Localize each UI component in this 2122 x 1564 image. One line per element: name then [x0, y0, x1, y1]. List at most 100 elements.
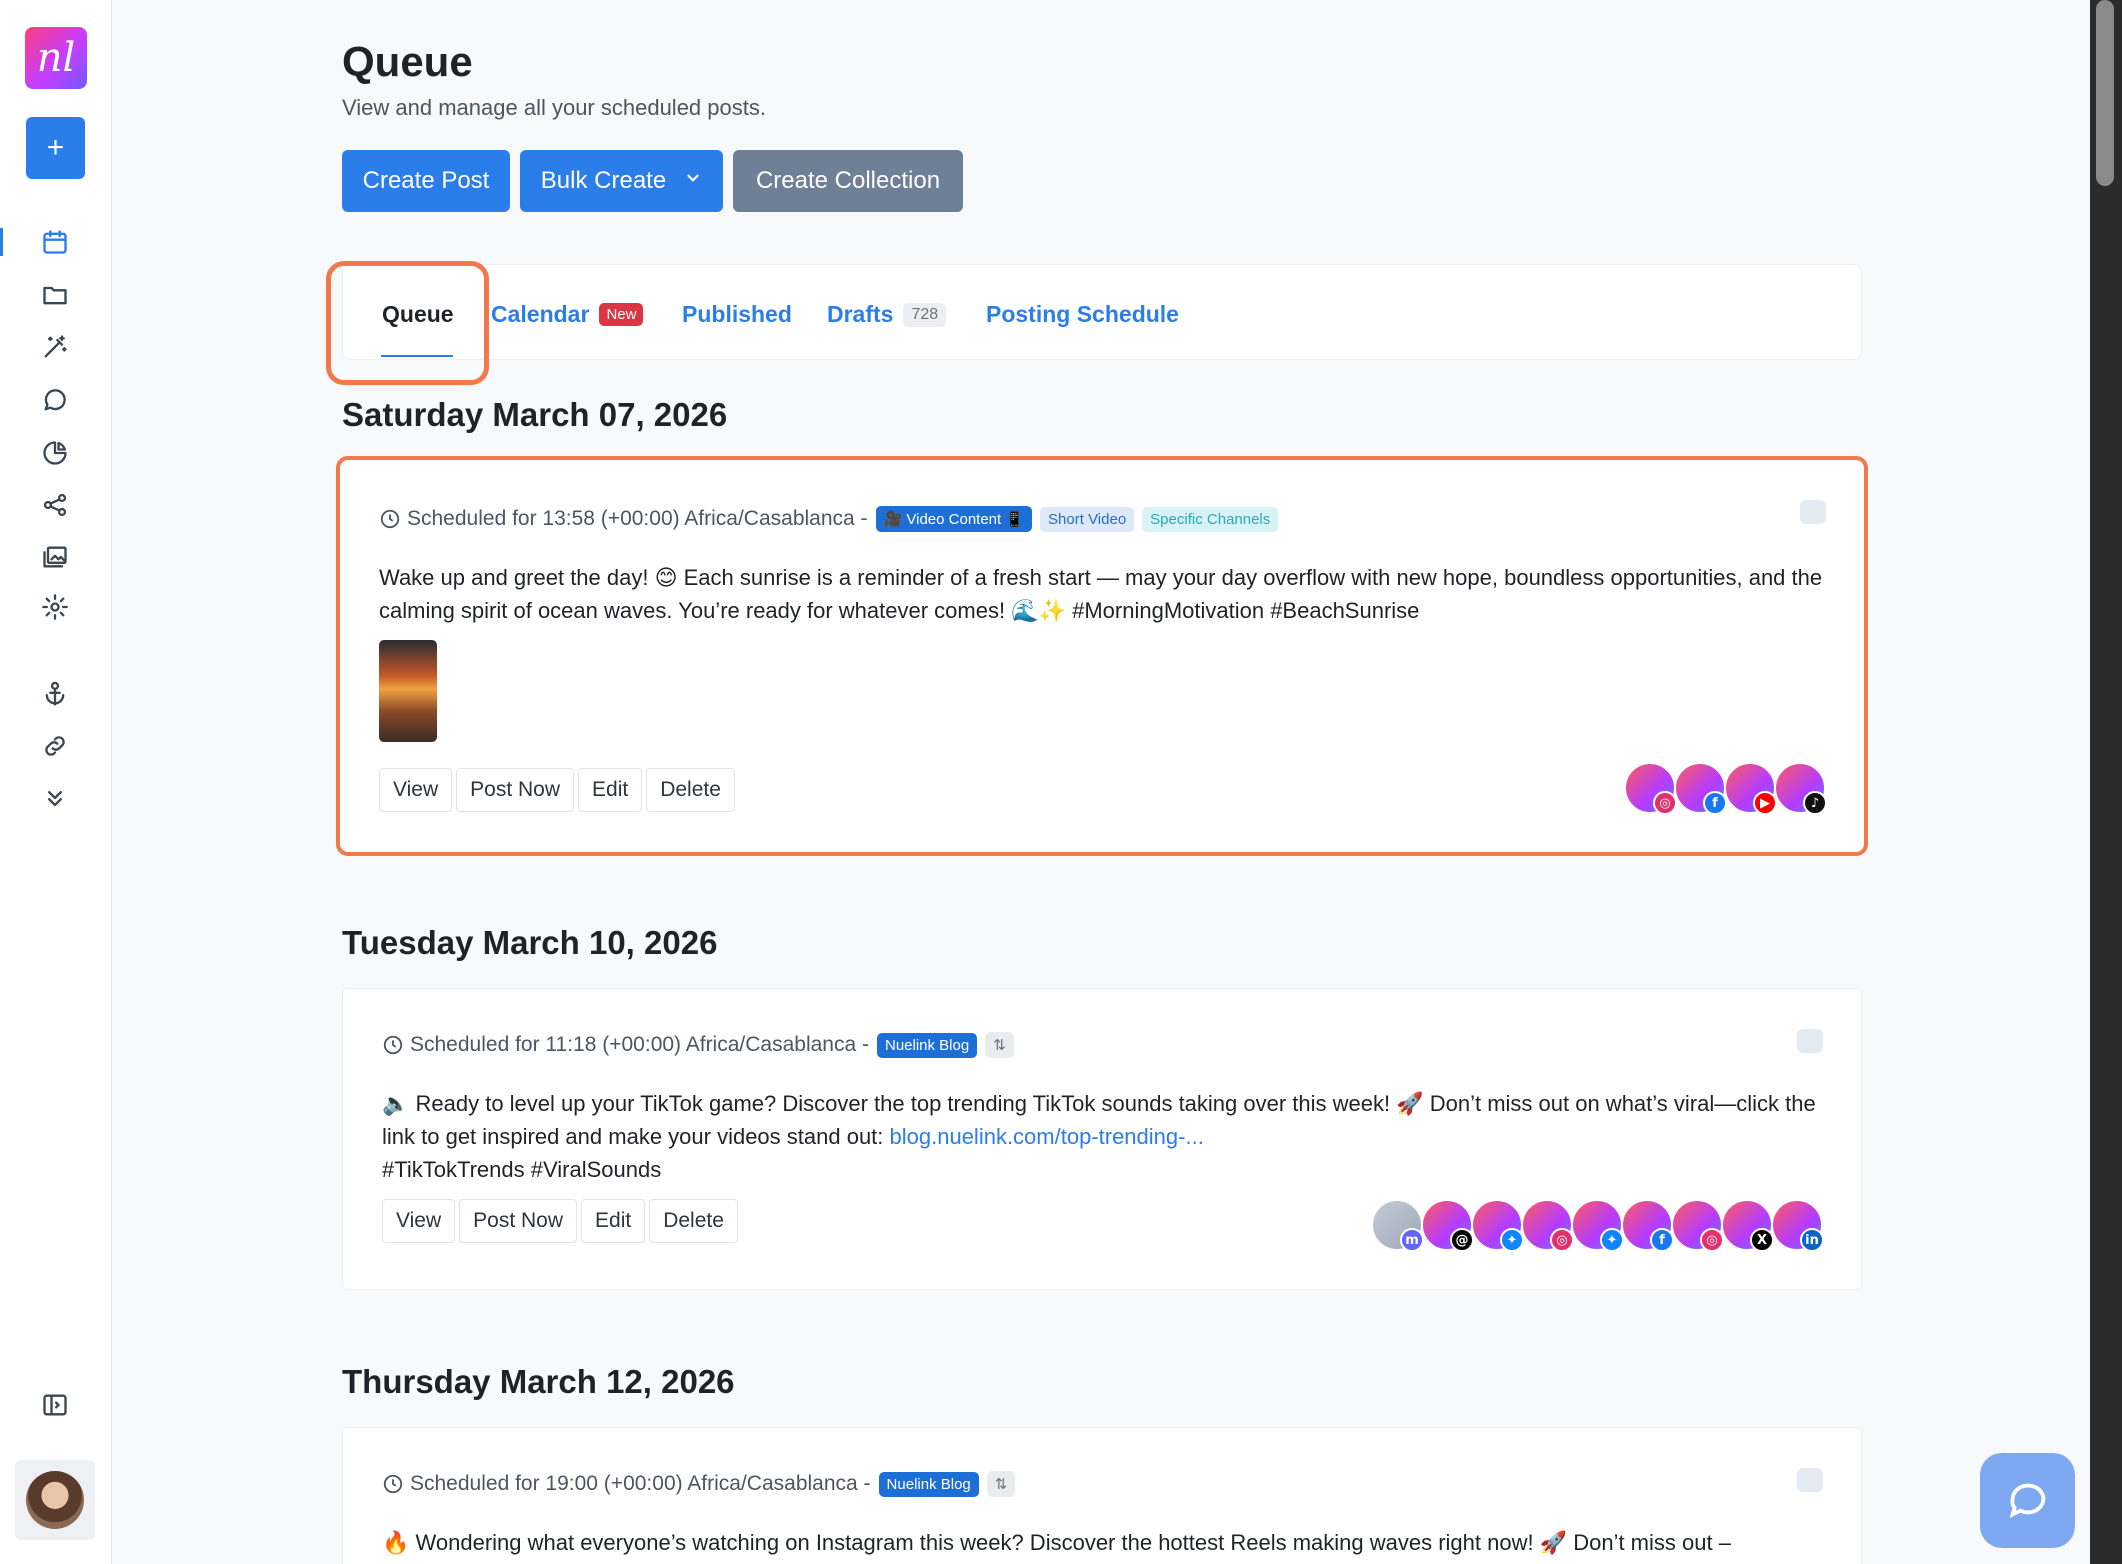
schedule-text: Scheduled for 13:58 (+00:00) Africa/Casa…: [407, 507, 868, 530]
schedule-line: Scheduled for 11:18 (+00:00) Africa/Casa…: [382, 1032, 1014, 1058]
sidebar: nl +: [0, 0, 112, 1564]
tab-calendar-label: Calendar: [491, 301, 590, 327]
select-checkbox[interactable]: [1797, 1468, 1823, 1492]
x-icon: X: [1750, 1228, 1774, 1252]
channel-avatar[interactable]: ◎: [1624, 762, 1677, 815]
tab-drafts[interactable]: Drafts 728: [827, 301, 947, 328]
schedule-line: Scheduled for 13:58 (+00:00) Africa/Casa…: [379, 506, 1279, 532]
collapse-sidebar-icon[interactable]: [38, 1388, 72, 1422]
support-chat-button[interactable]: [1980, 1453, 2075, 1548]
delete-button[interactable]: Delete: [649, 1199, 738, 1243]
avatar: [26, 1471, 84, 1529]
channel-avatar[interactable]: m: [1371, 1199, 1424, 1252]
channel-avatar[interactable]: in: [1771, 1199, 1824, 1252]
folder-icon[interactable]: [38, 278, 72, 312]
mastodon-icon: m: [1400, 1228, 1424, 1252]
tab-calendar[interactable]: Calendar New: [491, 301, 644, 328]
drafts-count-badge: 728: [903, 302, 947, 327]
date-heading: Saturday March 07, 2026: [342, 396, 728, 433]
create-post-label: Create Post: [362, 167, 490, 194]
linkedin-icon: in: [1800, 1228, 1824, 1252]
post-text: 🔈 Ready to level up your TikTok game? Di…: [382, 1087, 1821, 1186]
threads-icon: @: [1450, 1228, 1474, 1252]
tiktok-icon: ♪: [1803, 791, 1827, 815]
tab-published[interactable]: Published: [682, 301, 792, 328]
tag-pill: Short Video: [1040, 506, 1135, 532]
clock-icon: [382, 1473, 404, 1495]
clock-icon: [382, 1034, 404, 1056]
select-checkbox[interactable]: [1797, 1029, 1823, 1053]
instagram-icon: ◎: [1653, 791, 1677, 815]
post-text: Wake up and greet the day! 😊 Each sunris…: [379, 565, 1823, 623]
channel-avatar[interactable]: X: [1721, 1199, 1774, 1252]
youtube-icon: ▶: [1753, 791, 1777, 815]
channel-avatar[interactable]: ◎: [1671, 1199, 1724, 1252]
view-button[interactable]: View: [382, 1199, 456, 1243]
pie-chart-icon[interactable]: [38, 436, 72, 470]
channel-avatar[interactable]: f: [1674, 762, 1727, 815]
post-card: Scheduled for 19:00 (+00:00) Africa/Casa…: [342, 1427, 1862, 1564]
settings-icon[interactable]: [38, 590, 72, 624]
tab-posting-schedule-label: Posting Schedule: [986, 301, 1179, 327]
chevrons-down-icon[interactable]: [38, 781, 72, 815]
channel-avatar[interactable]: ◎: [1521, 1199, 1574, 1252]
schedule-text: Scheduled for 19:00 (+00:00) Africa/Casa…: [410, 1472, 871, 1495]
tag-pill: Nuelink Blog: [878, 1471, 979, 1497]
channel-avatar[interactable]: ✦: [1471, 1199, 1524, 1252]
instagram-icon: ◎: [1550, 1228, 1574, 1252]
calendar-icon[interactable]: [38, 225, 72, 259]
channel-avatars: m @ ✦ ◎ ✦ f ◎ X in: [1371, 1199, 1824, 1252]
delete-button[interactable]: Delete: [646, 768, 735, 812]
chat-icon[interactable]: [38, 383, 72, 417]
edit-button[interactable]: Edit: [578, 768, 643, 812]
facebook-icon: f: [1703, 791, 1727, 815]
tag-pill: Specific Channels: [1142, 506, 1279, 532]
facebook-icon: f: [1650, 1228, 1674, 1252]
channel-avatar[interactable]: ✦: [1571, 1199, 1624, 1252]
edit-button[interactable]: Edit: [581, 1199, 646, 1243]
post-text: 🔥 Wondering what everyone’s watching on …: [382, 1530, 1731, 1555]
channel-avatar[interactable]: ♪: [1774, 762, 1827, 815]
create-post-button[interactable]: Create Post: [342, 150, 510, 212]
tab-highlight-outline: [326, 261, 489, 385]
date-heading: Thursday March 12, 2026: [342, 1363, 735, 1400]
schedule-line: Scheduled for 19:00 (+00:00) Africa/Casa…: [382, 1471, 1016, 1497]
create-collection-label: Create Collection: [755, 167, 941, 194]
channel-avatars: ◎ f ▶ ♪: [1624, 762, 1827, 815]
scrollbar-track[interactable]: [2090, 0, 2122, 1564]
reorder-icon: ⇅: [985, 1032, 1014, 1058]
bluesky-icon: ✦: [1500, 1228, 1524, 1252]
tag-pill: Nuelink Blog: [876, 1032, 978, 1058]
add-button[interactable]: +: [26, 117, 85, 179]
post-now-button[interactable]: Post Now: [459, 1199, 578, 1243]
link-icon[interactable]: [38, 729, 72, 763]
instagram-icon: ◎: [1700, 1228, 1724, 1252]
bulk-create-label: Bulk Create: [540, 167, 667, 194]
post-link[interactable]: blog.nuelink.com/top-trending-...: [890, 1124, 1204, 1149]
bulk-create-button[interactable]: Bulk Create: [520, 150, 723, 212]
tag-pill: 🎥 Video Content 📱: [875, 506, 1033, 532]
create-collection-button[interactable]: Create Collection: [733, 150, 963, 212]
chat-bubble-icon: [2009, 1483, 2045, 1518]
tab-posting-schedule[interactable]: Posting Schedule: [986, 301, 1179, 328]
active-indicator: [0, 228, 3, 256]
post-actions: View Post Now Edit Delete: [382, 1199, 742, 1243]
anchor-icon[interactable]: [38, 677, 72, 711]
post-now-button[interactable]: Post Now: [456, 768, 575, 812]
channel-avatar[interactable]: f: [1621, 1199, 1674, 1252]
magic-wand-icon[interactable]: [38, 330, 72, 364]
select-checkbox[interactable]: [1800, 500, 1826, 524]
new-badge: New: [599, 303, 644, 326]
post-card: Scheduled for 11:18 (+00:00) Africa/Casa…: [342, 988, 1862, 1290]
page-title: Queue: [342, 38, 473, 85]
share-icon[interactable]: [38, 488, 72, 522]
channel-avatar[interactable]: @: [1421, 1199, 1474, 1252]
channel-avatar[interactable]: ▶: [1724, 762, 1777, 815]
post-thumbnail[interactable]: [379, 640, 437, 742]
post-hashtags: #TikTokTrends #ViralSounds: [382, 1157, 662, 1182]
view-button[interactable]: View: [379, 768, 453, 812]
scrollbar-thumb[interactable]: [2096, 0, 2114, 186]
app-logo[interactable]: nl: [25, 27, 87, 89]
user-avatar-button[interactable]: [15, 1460, 95, 1540]
gallery-icon[interactable]: [38, 540, 72, 574]
